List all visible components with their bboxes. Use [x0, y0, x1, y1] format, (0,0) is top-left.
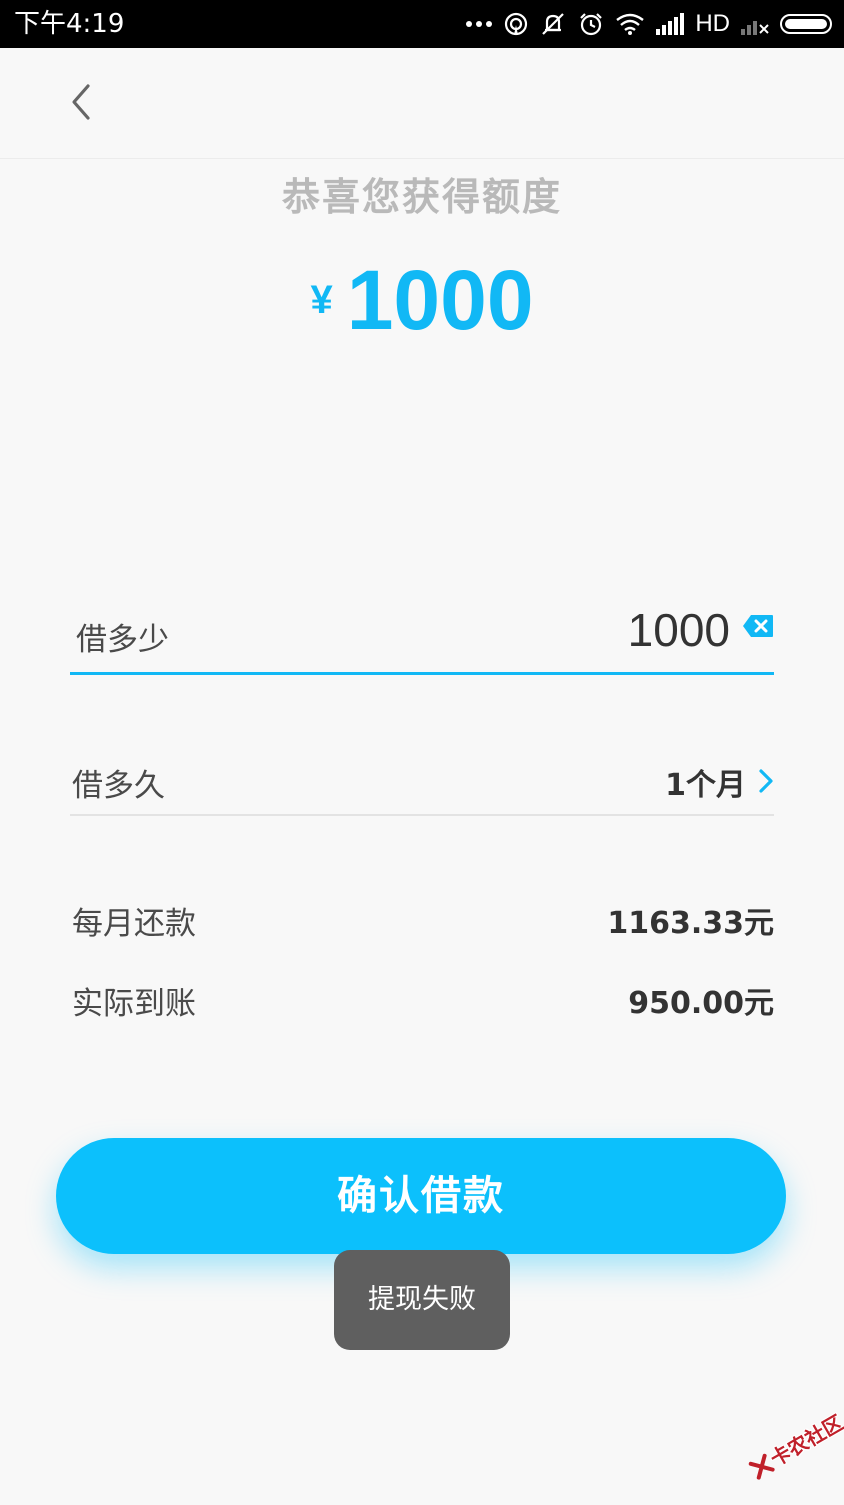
- actual-received-label: 实际到账: [72, 986, 196, 1022]
- alarm-icon: [577, 10, 605, 38]
- watermark: 卡农社区: [723, 1383, 844, 1505]
- actual-received-row: 实际到账 950.00元: [70, 978, 774, 1028]
- status-time: 下午4:19: [14, 9, 125, 39]
- credit-amount: ¥1000: [0, 252, 844, 348]
- borrow-term-row[interactable]: 借多久 1个月: [70, 746, 774, 816]
- backspace-icon[interactable]: [742, 614, 774, 638]
- borrow-term-value: 1个月: [665, 768, 746, 803]
- credit-amount-value: 1000: [346, 253, 534, 347]
- more-dots-icon: [465, 19, 493, 29]
- signal-icon: [655, 13, 685, 35]
- hotspot-icon: [503, 11, 529, 37]
- chevron-right-icon: [759, 769, 773, 793]
- credit-title: 恭喜您获得额度: [281, 175, 562, 219]
- confirm-borrow-button[interactable]: 确认借款: [56, 1138, 786, 1254]
- monthly-repayment-value: 1163.33元: [607, 906, 774, 941]
- borrow-amount-row: 借多少: [70, 596, 774, 675]
- monthly-repayment-row: 每月还款 1163.33元: [70, 898, 774, 948]
- borrow-amount-label: 借多少: [76, 622, 169, 658]
- header-bar: [0, 48, 844, 159]
- toast-message: 提现失败: [334, 1250, 510, 1350]
- borrow-amount-input[interactable]: [410, 600, 730, 660]
- actual-received-value: 950.00元: [628, 986, 774, 1021]
- status-bar: 下午4:19 HD: [0, 0, 844, 48]
- wifi-icon: [615, 12, 645, 36]
- monthly-repayment-label: 每月还款: [72, 906, 196, 942]
- signal-weak-icon: [740, 13, 770, 35]
- borrow-term-label: 借多久: [72, 768, 165, 804]
- mute-icon: [539, 10, 567, 38]
- battery-icon: [780, 14, 832, 34]
- watermark-text: 卡农社区: [766, 1410, 844, 1472]
- status-icons: HD: [465, 8, 832, 40]
- network-type: HD: [695, 10, 730, 37]
- currency-symbol: ¥: [310, 278, 333, 322]
- chevron-left-icon[interactable]: [62, 80, 98, 124]
